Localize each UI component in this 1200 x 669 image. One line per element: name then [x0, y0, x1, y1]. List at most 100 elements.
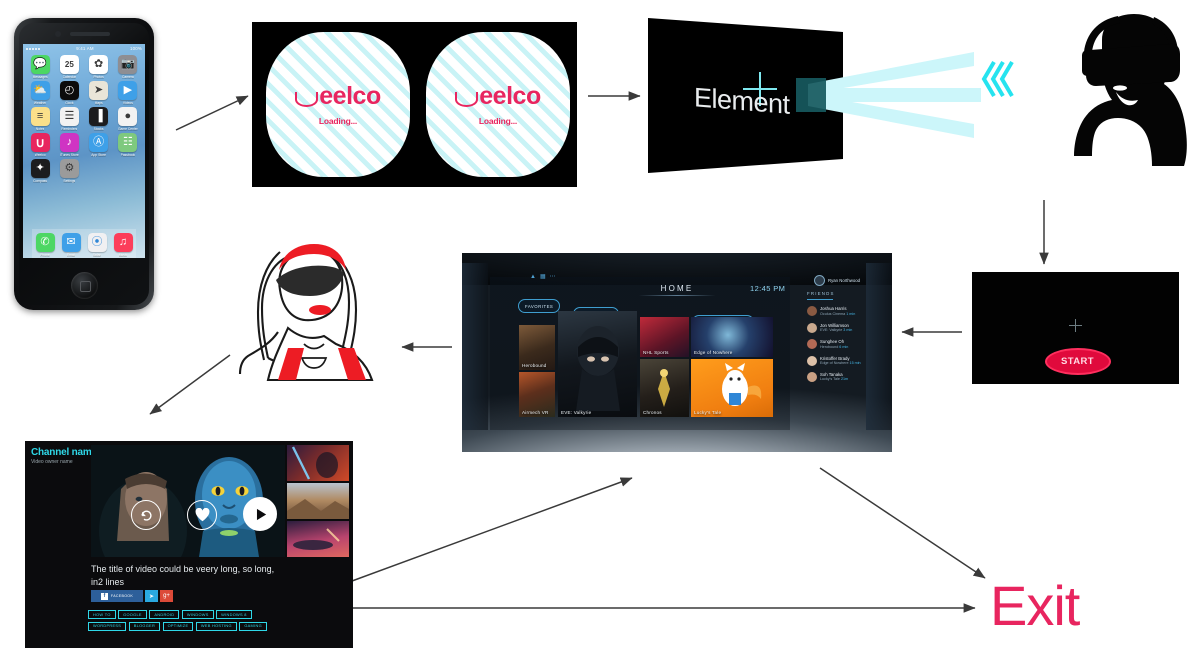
ios-app-passbook[interactable]: ☷ Passbook	[114, 133, 142, 157]
signal-icon	[26, 47, 40, 50]
home-button[interactable]	[70, 272, 98, 299]
ios-app-settings[interactable]: ⚙ Settings	[55, 159, 83, 183]
video-channel-page[interactable]: Channel name Video owner name The title …	[25, 441, 353, 648]
phone-screen[interactable]: 9:41 AM 100% 💬 Messages 25 Calendar ✿ Photos 📷…	[23, 44, 145, 258]
friend-status: Herobound 6 min	[820, 344, 849, 349]
ios-app-label: Calendar	[62, 75, 77, 79]
tag-list[interactable]: HOW TO GOOGLE ANDROID WINDOWS WINDOWS 8 WORDP…	[88, 610, 288, 631]
email-icon: ✉	[61, 232, 81, 252]
tag-google[interactable]: GOOGLE	[118, 610, 147, 620]
friends-header: FRIENDS	[807, 291, 885, 300]
friend-row[interactable]: Sunghee Oh Herobound 6 min	[807, 339, 885, 350]
tag-windows[interactable]: WINDOWS	[181, 610, 214, 620]
tile-caption: Airmech VR	[522, 410, 549, 415]
ios-app-maps[interactable]: ➤ Maps	[85, 81, 113, 105]
ios-app-weelco[interactable]: ∪ Weelco	[26, 133, 54, 157]
tile-eve-valkyrie[interactable]: EVE: Valkyrie	[558, 311, 637, 417]
chronos-art	[658, 369, 670, 407]
weather-icon: ⛅	[30, 81, 50, 100]
ios-app-label: Clock	[65, 101, 74, 105]
twitter-icon: ➤	[148, 593, 155, 600]
tag-windows-8[interactable]: WINDOWS 8	[216, 610, 252, 620]
tile-chronos[interactable]: Chronos	[640, 359, 689, 417]
googleplus-icon: g+	[163, 593, 170, 599]
iphone-mockup[interactable]: 9:41 AM 100% 💬 Messages 25 Calendar ✿ Photos 📷…	[14, 18, 154, 310]
tile-luckys-tale[interactable]: Lucky's Tale	[691, 359, 773, 417]
current-user[interactable]: Ryan Northwood	[814, 275, 860, 286]
tile-edge-of-nowhere[interactable]: Edge of Nowhere	[691, 317, 773, 357]
facebook-label: FACEBOOK	[110, 594, 134, 598]
weelco-mark-icon	[455, 91, 479, 107]
ios-app-app-store[interactable]: Ⓐ App Store	[85, 133, 113, 157]
friend-row[interactable]: Joshua Harris Oculus Cinema 1 min	[807, 306, 885, 317]
weelco-mark-icon	[295, 91, 319, 107]
tag-web-hosting[interactable]: WEB HOSTING	[195, 621, 237, 631]
tag-how-to[interactable]: HOW TO	[88, 610, 116, 620]
dock-app-email[interactable]: ✉ Email	[61, 232, 81, 257]
ios-app-videos[interactable]: ▶ Videos	[114, 81, 142, 105]
ios-app-label: Passbook	[120, 153, 136, 157]
tile-caption: Chronos	[643, 410, 662, 415]
ios-app-label: Maps	[94, 101, 103, 105]
related-thumb-1[interactable]	[287, 445, 349, 481]
ios-app-calendar[interactable]: 25 Calendar	[55, 55, 83, 79]
ios-app-weather[interactable]: ⛅ Weather	[26, 81, 54, 105]
related-videos-list[interactable]	[287, 445, 349, 559]
ios-app-stocks[interactable]: ▐ Stocks	[85, 107, 113, 131]
notes-icon: ≡	[30, 107, 50, 126]
tile-nhl-sports[interactable]: NHL Sports	[640, 317, 689, 357]
tile-airmech-vr[interactable]: Airmech VR	[519, 372, 555, 417]
vr-home-dashboard[interactable]: ▲ ▦ ⋯ HOME 12:45 PM FAVORITES WHAT'S NEW…	[462, 253, 892, 452]
channel-block[interactable]: Channel name Video owner name	[31, 447, 97, 465]
dock-app-safari[interactable]: ⦿ Safari	[87, 232, 107, 257]
ios-app-label: Messages	[32, 75, 48, 79]
phone-icon: ✆	[35, 232, 55, 252]
ios-app-label: Videos	[122, 101, 133, 105]
twitter-share-button[interactable]: ➤	[145, 590, 158, 602]
avatar	[807, 339, 817, 350]
tag-blogger[interactable]: BLOGGER	[128, 621, 161, 631]
maps-icon: ➤	[89, 81, 109, 100]
friend-status: EVE: Valkyrie 3 min	[820, 328, 853, 333]
related-thumb-3[interactable]	[287, 521, 349, 557]
ios-app-compass[interactable]: ✦ Compass	[26, 159, 54, 183]
friend-row[interactable]: Kristoffer Brady Edge of Nowhere 15 min	[807, 355, 885, 366]
tag-gaming[interactable]: GAMING	[239, 621, 267, 631]
tag-wordpress[interactable]: WORDPRESS	[88, 621, 127, 631]
tag-optimize[interactable]: OPTIMIZE	[162, 621, 194, 631]
facebook-share-button[interactable]: f FACEBOOK	[91, 590, 143, 602]
ios-app-camera[interactable]: 📷 Camera	[114, 55, 142, 79]
replay-icon[interactable]	[131, 500, 161, 530]
status-time: 9:41 AM	[76, 46, 94, 51]
social-share-bar[interactable]: f FACEBOOK ➤ g+	[91, 590, 173, 602]
ios-app-messages[interactable]: 💬 Messages	[26, 55, 54, 79]
tile-herobound[interactable]: Herobound	[519, 325, 555, 370]
avatar	[807, 371, 817, 382]
play-icon[interactable]	[243, 497, 277, 531]
ios-app-itunes-store[interactable]: ♪ iTunes Store	[55, 133, 83, 157]
ios-app-label: Camera	[122, 75, 134, 79]
googleplus-share-button[interactable]: g+	[160, 590, 173, 602]
ios-app-photos[interactable]: ✿ Photos	[85, 55, 113, 79]
dock-app-music[interactable]: ♫ Music	[113, 232, 133, 257]
ios-app-game-center[interactable]: ● Game Center	[114, 107, 142, 131]
ios-app-reminders[interactable]: ☰ Reminders	[55, 107, 83, 131]
dock-app-phone[interactable]: ✆ Phone	[35, 232, 55, 257]
friend-row[interactable]: Jon Williamson EVE: Valkyrie 3 min	[807, 322, 885, 333]
ios-app-clock[interactable]: ◴ Clock	[55, 81, 83, 105]
video-title: The title of video could be veery long, …	[91, 564, 275, 587]
tab-favorites[interactable]: FAVORITES	[518, 299, 561, 313]
element-gaze-screen: Element	[648, 14, 1188, 209]
start-button[interactable]: START	[1044, 348, 1111, 375]
video-hero-frame[interactable]	[91, 445, 285, 557]
arrow-woman-to-video	[149, 354, 231, 415]
related-thumb-2[interactable]	[287, 483, 349, 519]
friends-panel: FRIENDS Joshua Harris Oculus Cinema 1 min…	[807, 291, 885, 428]
settings-icon: ⚙	[59, 159, 79, 178]
avatar	[807, 355, 817, 366]
friend-row[interactable]: Soh Tanaka Lucky's Tale 21m	[807, 371, 885, 382]
vr-page-title: HOME	[638, 284, 716, 296]
tag-android[interactable]: ANDROID	[149, 610, 180, 620]
heart-icon[interactable]	[187, 500, 217, 530]
ios-app-notes[interactable]: ≡ Notes	[26, 107, 54, 131]
